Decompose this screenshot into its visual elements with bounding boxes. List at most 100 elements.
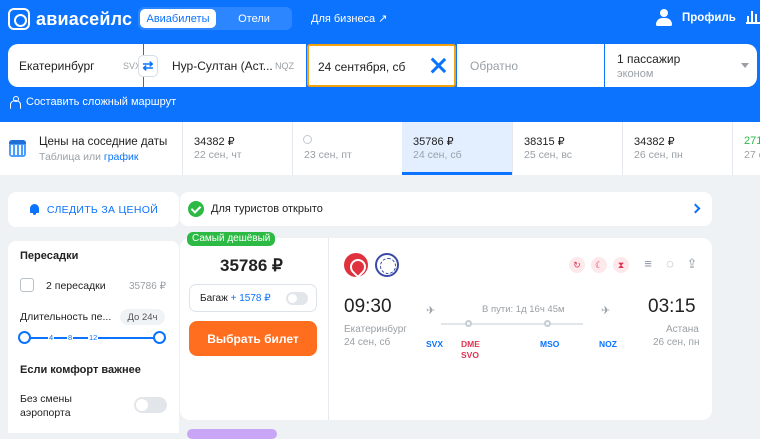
route-line bbox=[441, 323, 583, 325]
date-label: 22 сен, чт bbox=[194, 149, 242, 161]
bell-icon[interactable]: ◌ bbox=[662, 256, 678, 274]
date-price: 2711 bbox=[744, 135, 760, 147]
baggage-toggle[interactable] bbox=[286, 292, 308, 305]
nearby-dates-title: Цены на соседние даты bbox=[39, 136, 168, 148]
passengers-field[interactable]: 1 пассажир эконом bbox=[605, 44, 757, 87]
airport-code: NOZ bbox=[599, 339, 617, 349]
airport-code: MSO bbox=[540, 339, 560, 349]
clear-date-icon[interactable] bbox=[430, 57, 447, 74]
date-label: 25 сен, вс bbox=[524, 149, 573, 161]
brand-logo[interactable]: авиасейлс bbox=[8, 8, 132, 30]
arrive-date-label: 26 сен, пн bbox=[653, 337, 700, 348]
business-link[interactable]: Для бизнеса ↗ bbox=[311, 12, 387, 25]
date-cell[interactable]: 2711 27 с bbox=[732, 122, 760, 175]
destination-field[interactable]: Нур-Султан (Аст... NQZ bbox=[144, 44, 306, 87]
destination-city: Нур-Султан (Аст... bbox=[172, 59, 273, 73]
depart-date-field[interactable]: 24 сентября, сб bbox=[307, 44, 456, 87]
product-tabs: Авиабилеты Отели bbox=[138, 7, 292, 30]
search-form: Екатеринбург SVX Нур-Султан (Аст... NQZ … bbox=[8, 44, 757, 87]
chart-link[interactable]: график bbox=[104, 151, 139, 163]
date-price: 34382 ₽ bbox=[194, 136, 235, 148]
arrive-time: 03:15 bbox=[648, 296, 696, 317]
no-airport-change-label: Без смены аэропорта bbox=[20, 393, 72, 419]
slider-handle-max[interactable] bbox=[153, 331, 166, 344]
nearby-dates-sub: Таблица или график bbox=[39, 151, 138, 163]
cabin-class: эконом bbox=[617, 68, 654, 80]
landing-icon: ✈ bbox=[601, 305, 611, 317]
baggage-option[interactable]: Багаж + 1578 ₽ bbox=[189, 284, 317, 312]
depart-time: 09:30 bbox=[344, 296, 392, 317]
card-divider bbox=[328, 238, 329, 420]
flight-duration: В пути: 1д 16ч 45м bbox=[482, 304, 565, 315]
depart-date-label: 24 сен, сб bbox=[344, 337, 391, 348]
slider-tick: 12 bbox=[88, 333, 99, 342]
complex-route-label: Составить сложный маршрут bbox=[26, 96, 177, 108]
bell-icon bbox=[29, 204, 40, 215]
arrive-city: Астана bbox=[666, 324, 699, 335]
calendar-icon bbox=[9, 140, 26, 157]
tab-hotels[interactable]: Отели bbox=[218, 9, 290, 28]
return-placeholder: Обратно bbox=[470, 59, 519, 73]
transfers-title: Пересадки bbox=[20, 250, 79, 262]
warning-icon: ↻ bbox=[569, 257, 585, 273]
filters-panel: Пересадки 2 пересадки 35786 ₽ Длительнос… bbox=[8, 241, 179, 433]
date-price: 35786 ₽ bbox=[413, 136, 454, 148]
return-date-field[interactable]: Обратно bbox=[457, 44, 604, 87]
date-cell[interactable]: 23 сен, пт bbox=[292, 122, 402, 175]
stop-dot bbox=[465, 320, 472, 327]
duration-value: До 24ч bbox=[120, 309, 165, 325]
profile-button[interactable]: Профиль bbox=[656, 9, 736, 26]
chevron-down-icon bbox=[741, 63, 749, 68]
airline-logo-second bbox=[375, 253, 399, 277]
cheapest-badge: Самый дешёвый bbox=[187, 232, 276, 246]
transfers-price: 35786 ₽ bbox=[129, 281, 166, 292]
airport-code: SVX bbox=[426, 339, 444, 349]
or-label: или bbox=[80, 151, 104, 163]
baggage-text: Багаж bbox=[200, 293, 228, 304]
select-ticket-button[interactable]: Выбрать билет bbox=[189, 321, 317, 356]
check-circle-icon bbox=[188, 201, 204, 217]
baggage-price: + 1578 ₽ bbox=[230, 293, 271, 304]
destination-iata: NQZ bbox=[275, 61, 294, 71]
date-label: 23 сен, пт bbox=[304, 149, 352, 161]
origin-field[interactable]: Екатеринбург SVX bbox=[8, 44, 143, 87]
transfers-option: 2 пересадки bbox=[46, 280, 106, 292]
date-label: 27 с bbox=[744, 149, 760, 161]
slider-tick: 8 bbox=[67, 333, 74, 342]
airport-code: DME bbox=[461, 339, 480, 349]
date-cell-selected[interactable]: 35786 ₽ 24 сен, сб bbox=[402, 122, 512, 175]
depart-city: Екатеринбург bbox=[344, 324, 407, 335]
add-to-list-icon[interactable]: ≡ bbox=[640, 256, 656, 274]
date-label: 26 сен, пн bbox=[634, 149, 683, 161]
date-label: 24 сен, сб bbox=[413, 149, 462, 161]
follow-price-button[interactable]: СЛЕДИТЬ ЗА ЦЕНОЙ bbox=[8, 192, 179, 227]
takeoff-icon: ✈ bbox=[426, 305, 436, 317]
hourglass-icon: ⧗ bbox=[613, 257, 629, 273]
user-icon bbox=[656, 9, 672, 26]
ticket-price: 35786 ₽ bbox=[220, 256, 283, 275]
night-icon: ☾ bbox=[591, 257, 607, 273]
tourist-banner-text: Для туристов открыто bbox=[211, 203, 323, 215]
slider-handle-min[interactable] bbox=[18, 331, 31, 344]
date-cell[interactable]: 38315 ₽ 25 сен, вс bbox=[512, 122, 622, 175]
profile-label: Профиль bbox=[682, 11, 736, 24]
chevron-right-icon bbox=[690, 203, 701, 214]
depart-date: 24 сентября, сб bbox=[318, 60, 406, 74]
complex-route-link[interactable]: Составить сложный маршрут bbox=[9, 96, 177, 109]
no-airport-change-toggle[interactable] bbox=[134, 397, 167, 413]
comfort-title: Если комфорт важнее bbox=[20, 364, 141, 376]
stats-icon[interactable] bbox=[746, 10, 760, 24]
date-cell[interactable]: 34382 ₽ 26 сен, пн bbox=[622, 122, 732, 175]
share-icon[interactable]: ⇪ bbox=[684, 256, 700, 274]
origin-city: Екатеринбург bbox=[19, 59, 95, 73]
date-cell[interactable]: 34382 ₽ 22 сен, чт bbox=[182, 122, 292, 175]
search-icon bbox=[303, 135, 312, 144]
date-price: 38315 ₽ bbox=[524, 136, 565, 148]
swap-icon[interactable]: ⇄ bbox=[138, 55, 158, 77]
tourist-banner[interactable]: Для туристов открыто bbox=[180, 192, 712, 226]
transfers-checkbox[interactable] bbox=[20, 278, 34, 292]
brand-name: авиасейлс bbox=[36, 8, 133, 29]
tab-flights[interactable]: Авиабилеты bbox=[140, 9, 216, 28]
table-label: Таблица bbox=[39, 151, 81, 163]
follow-price-label: СЛЕДИТЬ ЗА ЦЕНОЙ bbox=[46, 203, 159, 216]
